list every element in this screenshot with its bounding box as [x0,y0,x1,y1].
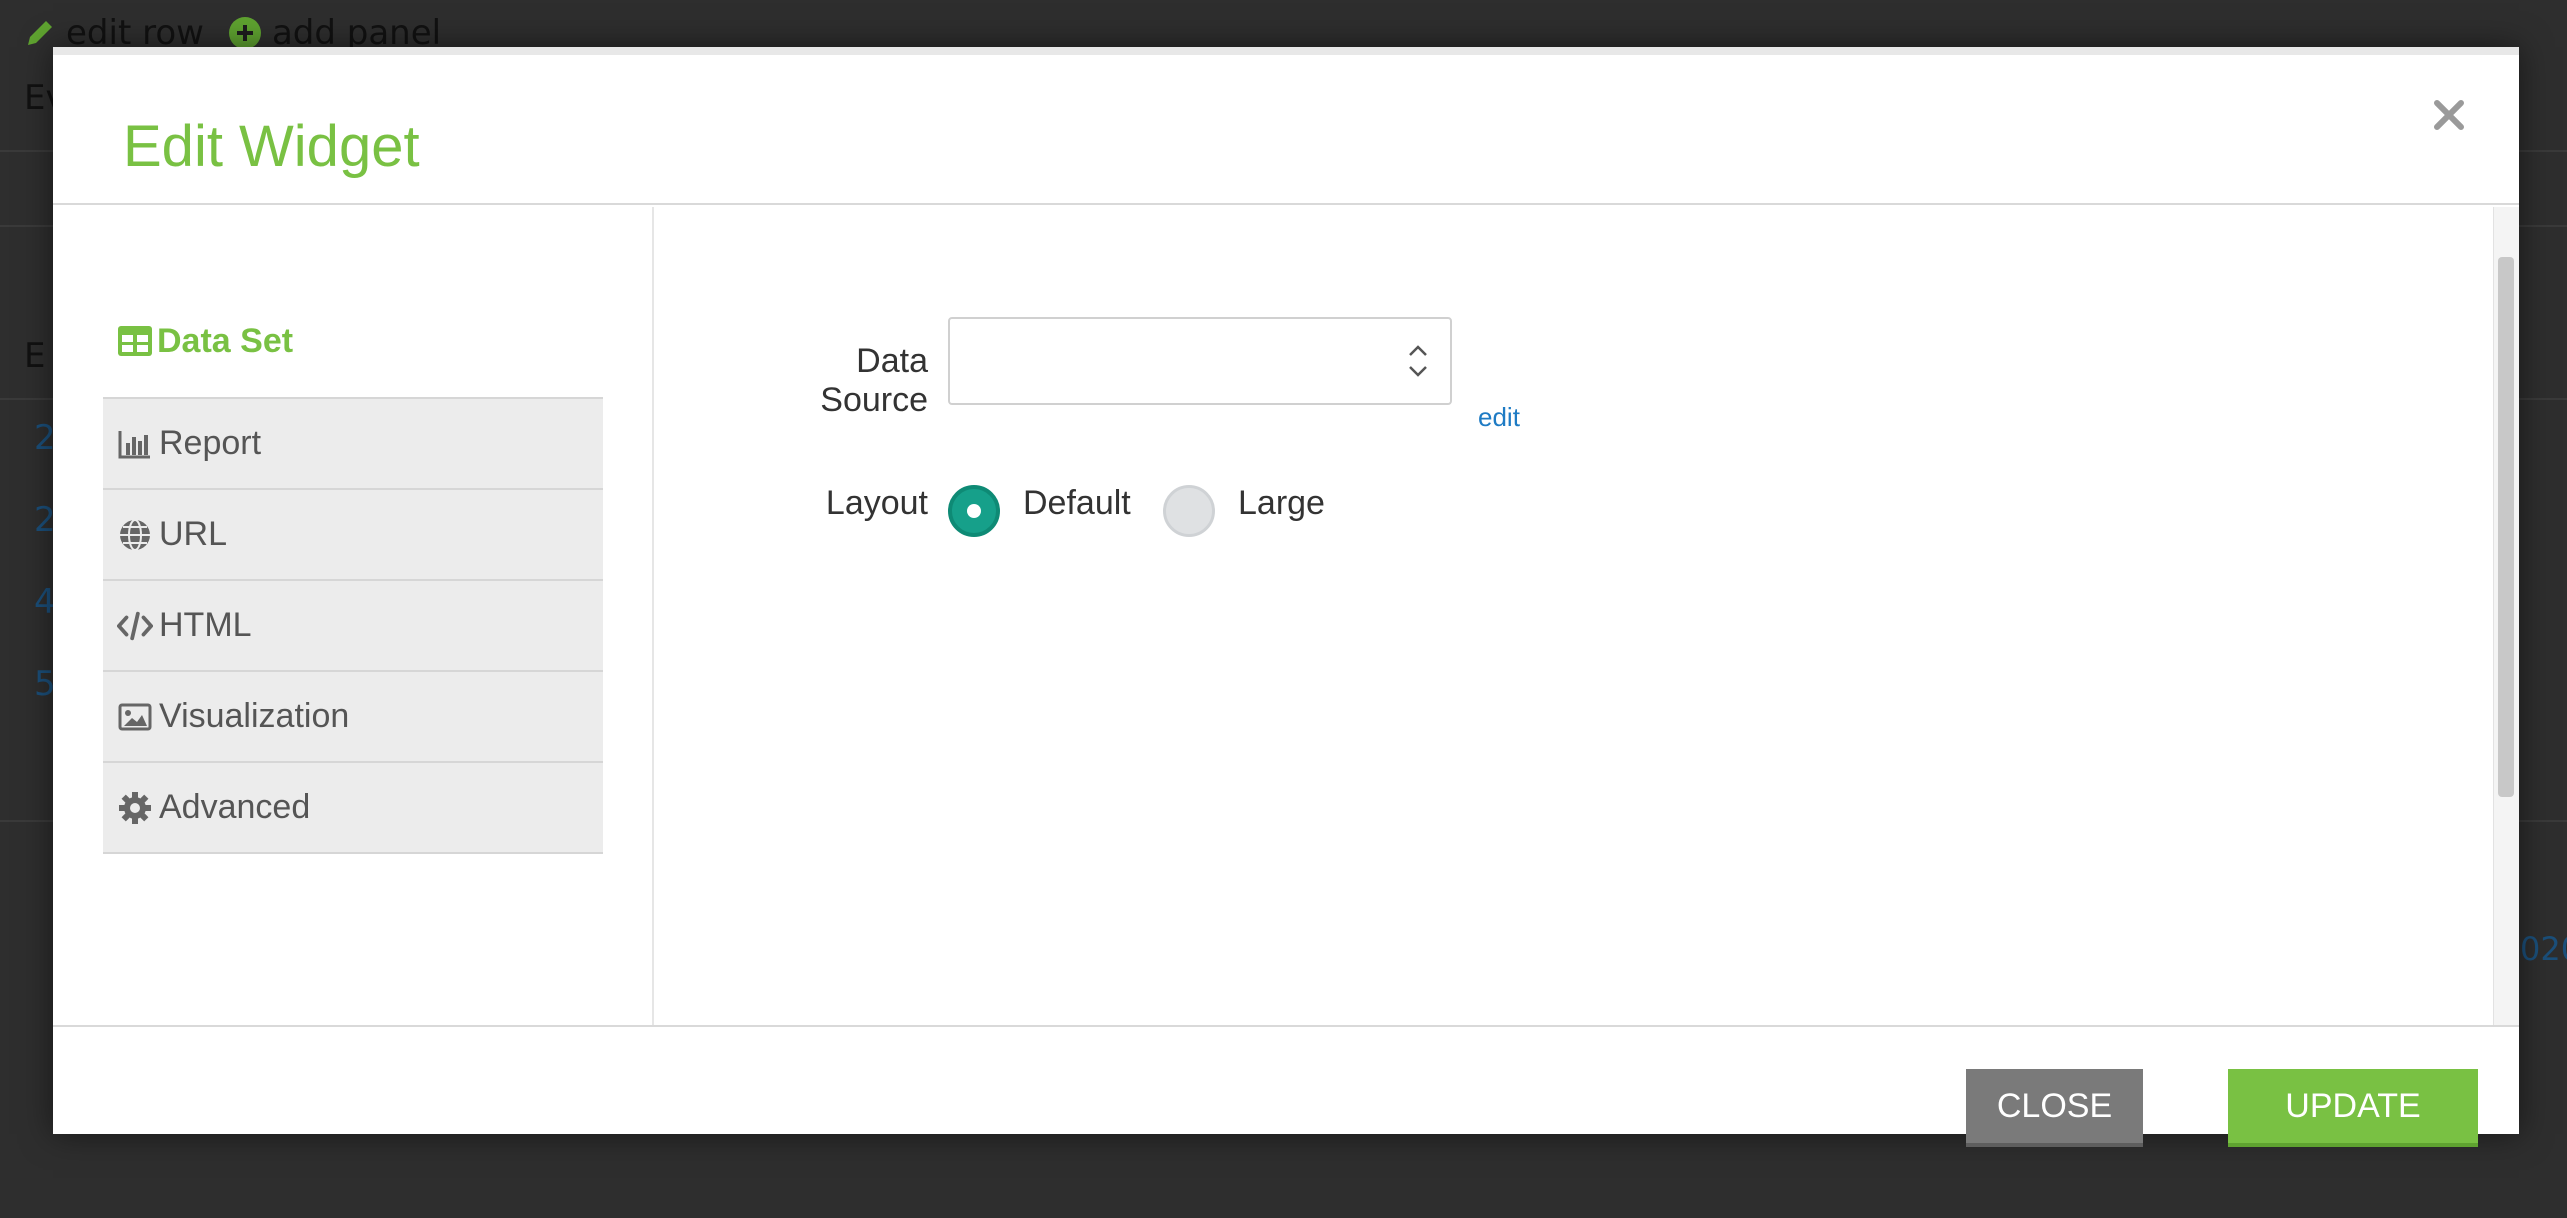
tab-report[interactable]: Report [103,397,603,488]
close-x-icon [2434,100,2464,130]
update-button[interactable]: UPDATE [2228,1069,2478,1147]
modal-title: Edit Widget [123,114,420,179]
edit-data-source-link[interactable]: edit [1478,402,1520,433]
layout-large-radio[interactable] [1163,485,1215,537]
sidebar-divider [652,207,654,1025]
tab-label: Data Set [157,321,294,360]
modal-body-scrollbar[interactable] [2493,207,2519,1025]
tab-label: Visualization [159,697,350,735]
modal-header: Edit Widget [53,55,2519,205]
layout-label: Layout [825,484,928,522]
tab-html[interactable]: HTML [103,579,603,670]
tab-label: URL [159,515,228,553]
close-modal-button[interactable]: CLOSE [1966,1069,2143,1147]
tab-url[interactable]: URL [103,488,603,579]
globe-icon [117,517,153,553]
widget-type-sidebar: Data Set Report URL HTML Visualization A… [103,207,654,1025]
image-icon [117,699,153,735]
bar-chart-icon [117,426,153,462]
tab-label: Report [159,424,262,462]
layout-large-label[interactable]: Large [1238,484,1325,523]
tab-list: Report URL HTML Visualization Advanced [103,397,603,854]
scrollbar-thumb[interactable] [2498,257,2514,797]
modal-top-bar [53,47,2519,55]
plus-circle-icon [228,17,261,49]
tab-data-set[interactable]: Data Set [103,307,653,375]
tab-advanced[interactable]: Advanced [103,761,603,854]
background-column-header: E [24,336,46,376]
table-icon [117,323,153,359]
layout-default-radio[interactable] [948,485,1000,537]
edit-widget-modal: Edit Widget Data Set Report URL HTML Vis… [53,47,2519,1147]
layout-default-label[interactable]: Default [1023,484,1131,523]
code-icon [117,608,153,644]
tab-label: HTML [159,606,252,644]
pencil-icon [28,21,52,45]
tab-visualization[interactable]: Visualization [103,670,603,761]
modal-body: Data Set Report URL HTML Visualization A… [53,207,2519,1027]
gear-icon [117,790,153,826]
data-source-select[interactable] [948,317,1452,405]
select-arrows-icon [1409,345,1427,377]
data-source-label: Data Source [820,342,928,419]
close-button[interactable] [2419,85,2479,145]
background-date-fragment: 020 [2520,930,2567,968]
tab-label: Advanced [159,788,311,826]
